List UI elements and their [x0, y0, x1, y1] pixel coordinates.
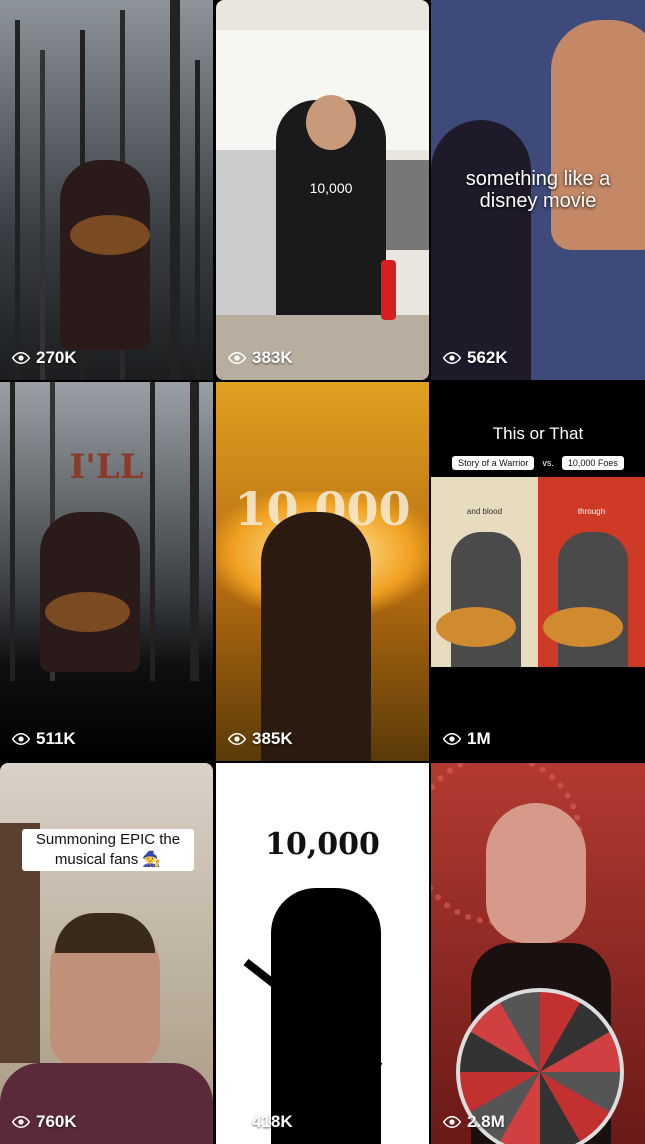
- video-tile-6[interactable]: This or That Story of a Warrior vs. 10,0…: [431, 382, 645, 761]
- vs-label: vs.: [542, 458, 554, 468]
- video-tile-3[interactable]: something like a disney movie 562K: [431, 0, 645, 380]
- video-tile-1[interactable]: 270K: [0, 0, 213, 380]
- animated-character: [431, 120, 531, 380]
- view-count: 383K: [228, 348, 293, 368]
- eye-icon: [228, 732, 246, 746]
- comparison-labels: Story of a Warrior vs. 10,000 Foes: [431, 456, 645, 470]
- overlay-title: This or That: [492, 424, 584, 443]
- video-tile-8[interactable]: 10,000 418K: [216, 763, 429, 1144]
- eye-icon: [443, 351, 461, 365]
- person-figure: [486, 803, 586, 943]
- eye-icon: [443, 732, 461, 746]
- video-caption: Summoning EPIC the musical fans 🧙: [22, 829, 194, 871]
- eye-icon: [228, 351, 246, 365]
- musician-figure: [60, 160, 150, 350]
- video-grid: 270K 10,000 383K something like a disney…: [0, 0, 645, 1144]
- video-tile-2[interactable]: 10,000 383K: [216, 0, 429, 380]
- lute: [45, 592, 130, 632]
- video-caption: something like a disney movie: [465, 168, 611, 212]
- eye-icon: [12, 1115, 30, 1129]
- video-tile-4[interactable]: I'LL 511K: [0, 382, 213, 761]
- whipped-cream-can: [381, 260, 396, 320]
- animated-character: [551, 20, 645, 250]
- overlay-title: 10,000: [265, 827, 380, 862]
- eye-icon: [12, 732, 30, 746]
- eye-icon: [12, 351, 30, 365]
- eye-icon: [228, 1115, 246, 1129]
- eye-icon: [443, 1115, 461, 1129]
- view-count: 760K: [12, 1112, 77, 1132]
- left-sub: and blood: [466, 507, 503, 516]
- view-count: 270K: [12, 348, 77, 368]
- video-tile-5[interactable]: 10,000 385K: [216, 382, 429, 761]
- right-sub: through: [577, 507, 606, 516]
- view-count: 562K: [443, 348, 508, 368]
- right-label: 10,000 Foes: [561, 456, 624, 470]
- warrior-silhouette: [261, 512, 371, 761]
- video-tile-9[interactable]: 2.8M: [431, 763, 645, 1144]
- shirt-text: 10,000: [309, 180, 353, 196]
- right-panel: through: [538, 477, 645, 667]
- left-label: Story of a Warrior: [452, 456, 535, 470]
- lute: [70, 215, 150, 255]
- person-figure: 10,000: [276, 95, 386, 320]
- warrior-silhouette: [271, 888, 381, 1144]
- view-count: 385K: [228, 729, 293, 749]
- view-count: 1M: [443, 729, 491, 749]
- view-count: 418K: [228, 1112, 293, 1132]
- view-count: 511K: [12, 729, 76, 749]
- view-count: 2.8M: [443, 1112, 505, 1132]
- left-panel: and blood: [431, 477, 538, 667]
- video-tile-7[interactable]: Summoning EPIC the musical fans 🧙 760K: [0, 763, 213, 1144]
- overlay-title: I'LL: [69, 447, 144, 487]
